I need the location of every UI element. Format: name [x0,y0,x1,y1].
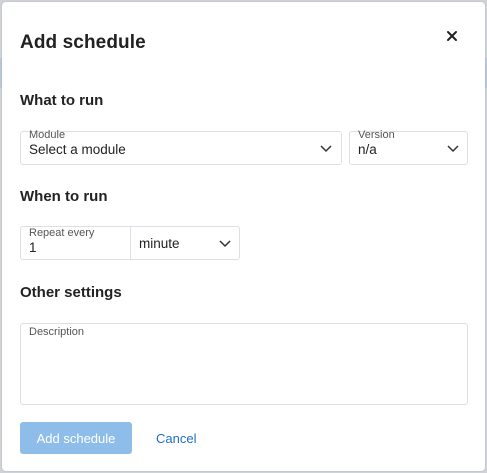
close-button[interactable] [440,24,464,48]
module-select[interactable]: Module Select a module [20,129,342,165]
version-value: n/a [358,142,377,157]
repeat-unit-select[interactable]: minute [131,227,239,259]
description-textarea[interactable]: Description [20,323,468,405]
module-label: Module [29,129,66,141]
repeat-unit-value: minute [139,236,180,251]
module-value: Select a module [29,142,126,157]
chevron-down-icon [218,236,232,250]
section-heading-when-to-run: When to run [20,188,108,205]
cancel-button[interactable]: Cancel [150,422,202,454]
repeat-every-value: 1 [29,240,37,255]
close-icon [440,24,464,48]
section-heading-other-settings: Other settings [20,284,122,301]
description-label: Description [29,326,85,338]
version-label: Version [358,129,395,141]
chevron-down-icon [446,141,460,155]
add-schedule-dialog: Add schedule What to run Module Select a… [2,2,485,471]
repeat-every-input[interactable]: Repeat every 1 [21,227,131,259]
dialog-title: Add schedule [20,32,146,53]
section-heading-what-to-run: What to run [20,92,104,109]
version-select[interactable]: Version n/a [349,129,468,165]
chevron-down-icon [319,141,333,155]
repeat-every-label: Repeat every [29,227,95,239]
add-schedule-button[interactable]: Add schedule [20,422,132,454]
repeat-every-group: Repeat every 1 minute [20,226,240,260]
